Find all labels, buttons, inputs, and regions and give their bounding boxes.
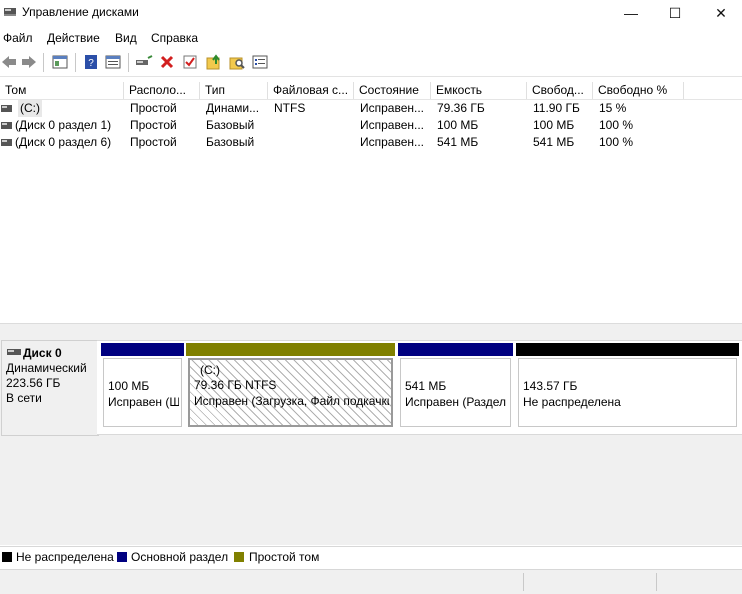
partition-body: 541 МБ Исправен (Раздел [400, 358, 511, 427]
partition-bar [516, 343, 739, 356]
partition-body: 143.57 ГБ Не распределена [518, 358, 737, 427]
partition-body: 100 МБ Исправен (Ш [103, 358, 182, 427]
legend-label-unallocated: Не распределена [16, 550, 114, 564]
volume-layout: Простой [130, 118, 177, 132]
partition-bar [186, 343, 395, 356]
volume-status: Исправен... [360, 135, 425, 149]
volume-capacity: 541 МБ [437, 135, 479, 149]
minimize-button[interactable]: — [608, 0, 654, 26]
menu-file[interactable]: Файл [3, 31, 33, 45]
maximize-button[interactable]: ☐ [652, 0, 698, 26]
menu-bar: Файл Действие Вид Справка [0, 28, 742, 48]
partition-body-selected: (C:) 79.36 ГБ NTFS Исправен (Загрузка, Ф… [188, 358, 393, 427]
volume-name: (Диск 0 раздел 6) [15, 135, 112, 149]
menu-action[interactable]: Действие [47, 31, 100, 45]
volume-icon [1, 122, 12, 129]
disk-label[interactable]: Диск 0 Динамический 223.56 ГБ В сети [1, 340, 99, 436]
help-icon[interactable]: ? [82, 53, 100, 71]
pane-splitter[interactable] [0, 323, 742, 330]
volume-type: Динами... [206, 101, 260, 115]
volume-layout: Простой [130, 101, 177, 115]
volume-name: (Диск 0 раздел 1) [15, 118, 112, 132]
disk-state: В сети [6, 391, 42, 405]
volume-free-percent: 15 % [599, 101, 627, 115]
legend-label-primary: Основной раздел [131, 550, 229, 564]
column-header-layout[interactable]: Располо... [124, 82, 200, 99]
column-header-free-percent[interactable]: Свободно % [593, 82, 684, 99]
volume-layout: Простой [130, 135, 177, 149]
search-folder-icon[interactable] [228, 53, 246, 71]
column-header-type[interactable]: Тип [200, 82, 268, 99]
volume-free-space: 100 МБ [533, 118, 575, 132]
disk-icon [7, 349, 21, 355]
svg-text:?: ? [88, 58, 94, 69]
partition-bar [398, 343, 513, 356]
console-tree-icon[interactable] [51, 53, 69, 71]
check-icon[interactable] [181, 53, 199, 71]
volume-free-space: 11.90 ГБ [533, 101, 580, 115]
connect-disk-icon[interactable] [135, 53, 153, 71]
column-header-filesystem[interactable]: Файловая с... [268, 82, 354, 99]
volume-free-percent: 100 % [599, 135, 634, 149]
back-arrow-icon[interactable] [0, 53, 18, 71]
volume-capacity: 79.36 ГБ [437, 101, 485, 115]
close-button[interactable]: ✕ [698, 0, 742, 26]
title-bar: Управление дисками — ☐ ✕ [0, 0, 742, 26]
disk-type: Динамический [6, 361, 87, 375]
partition-size: 541 МБ [405, 379, 447, 393]
partition-label: (C:) [200, 363, 220, 377]
upload-folder-icon[interactable] [205, 53, 223, 71]
column-header-free-space[interactable]: Свобод... [527, 82, 593, 99]
legend-swatch-primary [117, 552, 127, 562]
partition-block[interactable]: 541 МБ Исправен (Раздел [398, 343, 513, 429]
volume-free-percent: 100 % [599, 118, 634, 132]
column-header-status[interactable]: Состояние [354, 82, 431, 99]
partition-block[interactable]: (C:) 79.36 ГБ NTFS Исправен (Загрузка, Ф… [186, 343, 395, 429]
delete-icon[interactable] [158, 53, 176, 71]
partition-status: Не распределена [523, 395, 621, 409]
legend-swatch-simple [234, 552, 244, 562]
volume-filesystem: NTFS [274, 101, 306, 115]
partition-status: Исправен (Ш [108, 395, 179, 409]
menu-help[interactable]: Справка [151, 31, 198, 45]
menu-view[interactable]: Вид [115, 31, 137, 45]
disk-management-app-icon [4, 8, 16, 16]
partition-size: 100 МБ [108, 379, 150, 393]
status-divider [656, 573, 657, 591]
volume-free-space: 541 МБ [533, 135, 575, 149]
partition-size: 79.36 ГБ NTFS [194, 378, 277, 392]
status-divider [523, 573, 524, 591]
partition-block-unallocated[interactable]: 143.57 ГБ Не распределена [516, 343, 739, 429]
volume-list-header: Том Располо... Тип Файловая с... Состоян… [0, 82, 742, 100]
volume-name: (C:) [18, 100, 42, 117]
volume-row[interactable]: (Диск 0 раздел 6) Простой Базовый Исправ… [0, 134, 742, 151]
volume-icon [1, 105, 12, 112]
volume-icon [1, 139, 12, 146]
column-header-volume[interactable]: Том [0, 82, 124, 99]
volume-type: Базовый [206, 118, 255, 132]
volume-row[interactable]: (C:) Простой Динами... NTFS Исправен... … [0, 100, 742, 117]
legend-label-simple: Простой том [249, 550, 320, 564]
partition-bar [101, 343, 184, 356]
volume-status: Исправен... [360, 118, 425, 132]
volume-status: Исправен... [360, 101, 425, 115]
column-header-capacity[interactable]: Емкость [431, 82, 527, 99]
forward-arrow-icon[interactable] [20, 53, 38, 71]
properties-icon[interactable] [104, 53, 122, 71]
toolbar: ? [0, 49, 742, 77]
partition-status: Исправен (Раздел [405, 395, 507, 409]
volume-row[interactable]: (Диск 0 раздел 1) Простой Базовый Исправ… [0, 117, 742, 134]
legend-bar: Не распределена Основной раздел Простой … [0, 546, 742, 567]
volume-capacity: 100 МБ [437, 118, 479, 132]
window-title: Управление дисками [22, 5, 139, 19]
volume-type: Базовый [206, 135, 255, 149]
partition-size: 143.57 ГБ [523, 379, 578, 393]
disk-size: 223.56 ГБ [6, 376, 61, 390]
status-bar [0, 569, 742, 594]
partition-status: Исправен (Загрузка, Файл подкачки [194, 394, 389, 408]
legend-swatch-unallocated [2, 552, 12, 562]
partition-block[interactable]: 100 МБ Исправен (Ш [101, 343, 184, 429]
disk-name: Диск 0 [23, 346, 62, 360]
properties-list-icon[interactable] [251, 53, 269, 71]
